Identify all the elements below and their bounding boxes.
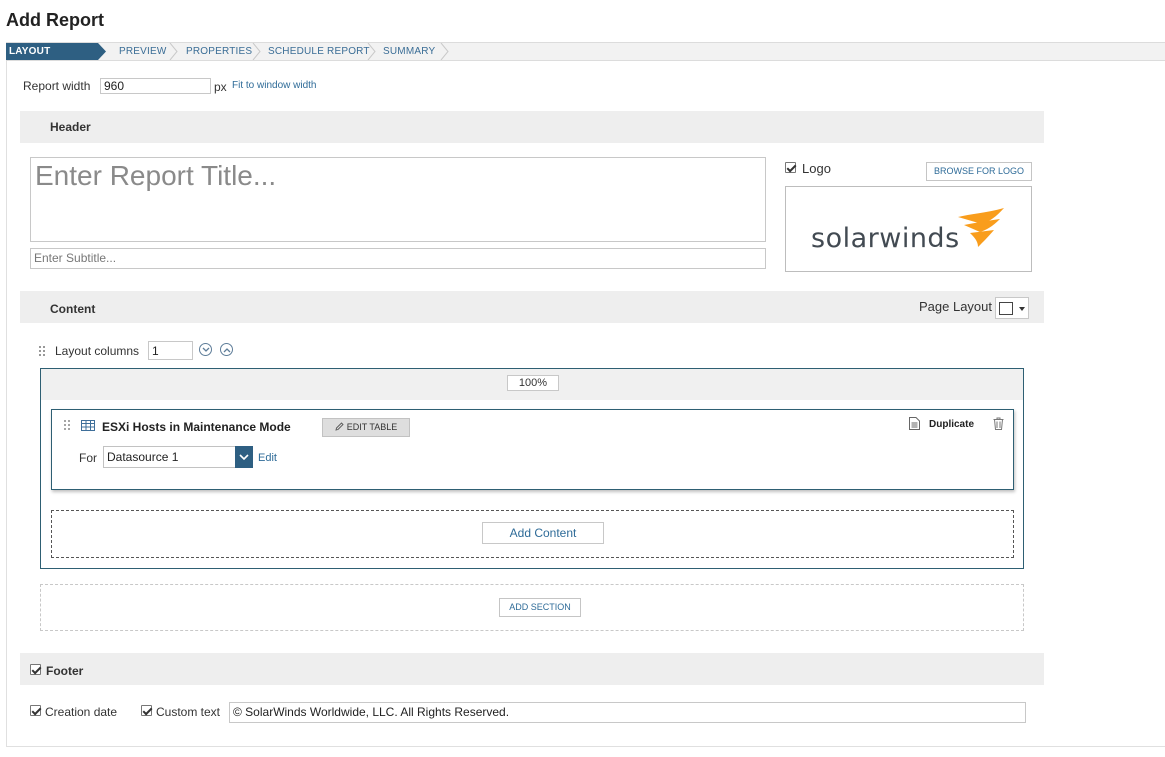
footer-checkbox[interactable] xyxy=(30,664,41,675)
wizard-chevron-active-icon xyxy=(98,43,106,60)
report-title-input[interactable]: Enter Report Title... xyxy=(30,157,766,242)
page-title: Add Report xyxy=(6,10,104,30)
column-width-input[interactable]: 100% xyxy=(507,375,559,391)
page-layout-label: Page Layout xyxy=(919,299,993,314)
wizard-chevron-icon xyxy=(367,43,376,60)
layout-columns-input[interactable] xyxy=(148,341,193,360)
datasource-value: Datasource 1 xyxy=(107,450,179,464)
solarwinds-logo-text: solarwinds xyxy=(811,223,960,254)
browse-for-logo-button[interactable]: BROWSE FOR LOGO xyxy=(926,162,1032,181)
report-width-input[interactable] xyxy=(100,78,211,94)
chevron-down-icon xyxy=(239,454,249,460)
add-section-dropzone: ADD SECTION xyxy=(40,584,1024,631)
report-title-placeholder: Enter Report Title... xyxy=(35,160,277,191)
duplicate-icon[interactable] xyxy=(909,417,920,430)
wizard-step-layout-builder[interactable]: LAYOUT BUILDER xyxy=(6,43,98,74)
dropdown-arrow-icon xyxy=(1019,307,1025,311)
wizard-steps: LAYOUT BUILDER PREVIEW PROPERTIES SCHEDU… xyxy=(6,42,1165,74)
wizard-chevron-icon xyxy=(252,43,261,60)
add-section-button[interactable]: ADD SECTION xyxy=(499,598,581,617)
page-layout-dropdown[interactable] xyxy=(995,297,1029,319)
wizard-chevron-icon xyxy=(440,43,449,60)
drag-handle-icon[interactable] xyxy=(38,345,46,357)
fit-to-window-link[interactable]: Fit to window width xyxy=(232,80,316,91)
wizard-step-summary[interactable]: SUMMARY xyxy=(383,43,435,60)
pencil-icon xyxy=(335,422,344,431)
decrease-columns-button[interactable] xyxy=(199,343,212,356)
datasource-edit-link[interactable]: Edit xyxy=(258,452,277,464)
footer-section-bar: Footer xyxy=(20,653,1044,685)
increase-columns-button[interactable] xyxy=(220,343,233,356)
drag-handle-icon[interactable] xyxy=(63,419,71,431)
trash-icon[interactable] xyxy=(993,417,1004,430)
logo-preview: solarwinds xyxy=(785,186,1032,272)
edit-table-button[interactable]: EDIT TABLE xyxy=(322,418,410,437)
edit-table-label: EDIT TABLE xyxy=(346,422,398,432)
column-width-row: 100% xyxy=(41,369,1023,400)
datasource-select[interactable]: Datasource 1 xyxy=(103,446,253,468)
table-icon xyxy=(81,420,95,431)
datasource-dropdown-button[interactable] xyxy=(235,446,253,468)
content-section-title: Content xyxy=(50,302,96,316)
resource-card: ESXi Hosts in Maintenance Mode EDIT TABL… xyxy=(51,409,1014,490)
wizard-step-properties[interactable]: PROPERTIES xyxy=(186,43,252,60)
logo-label: Logo xyxy=(802,161,831,176)
chevron-up-icon xyxy=(223,348,231,353)
creation-date-checkbox[interactable] xyxy=(30,705,41,716)
report-subtitle-input[interactable]: Enter Subtitle... xyxy=(30,248,766,269)
wizard-step-preview[interactable]: PREVIEW xyxy=(119,43,167,60)
resource-title: ESXi Hosts in Maintenance Mode xyxy=(102,420,291,434)
chevron-down-icon xyxy=(202,347,210,352)
report-width-unit: px xyxy=(214,80,227,94)
header-section-bar: Header xyxy=(20,111,1044,143)
custom-text-label: Custom text xyxy=(156,705,221,719)
creation-date-label: Creation date xyxy=(45,705,118,719)
duplicate-link[interactable]: Duplicate xyxy=(929,419,974,430)
for-label: For xyxy=(79,451,97,465)
report-width-label: Report width xyxy=(23,79,91,93)
footer-section-title: Footer xyxy=(46,664,84,678)
wizard-chevron-icon xyxy=(169,43,178,60)
custom-text-input[interactable]: © SolarWinds Worldwide, LLC. All Rights … xyxy=(229,702,1026,723)
add-content-dropzone: Add Content xyxy=(51,510,1014,558)
layout-columns-label: Layout columns xyxy=(55,344,140,358)
content-section-bar: Content Page Layout xyxy=(20,291,1044,323)
single-column-layout-icon xyxy=(999,302,1013,315)
logo-checkbox[interactable] xyxy=(785,162,796,173)
add-content-button[interactable]: Add Content xyxy=(482,522,604,544)
custom-text-checkbox[interactable] xyxy=(141,705,152,716)
wizard-step-schedule-report[interactable]: SCHEDULE REPORT xyxy=(268,43,370,60)
solarwinds-logo-icon xyxy=(958,208,1004,247)
header-section-title: Header xyxy=(50,120,91,134)
